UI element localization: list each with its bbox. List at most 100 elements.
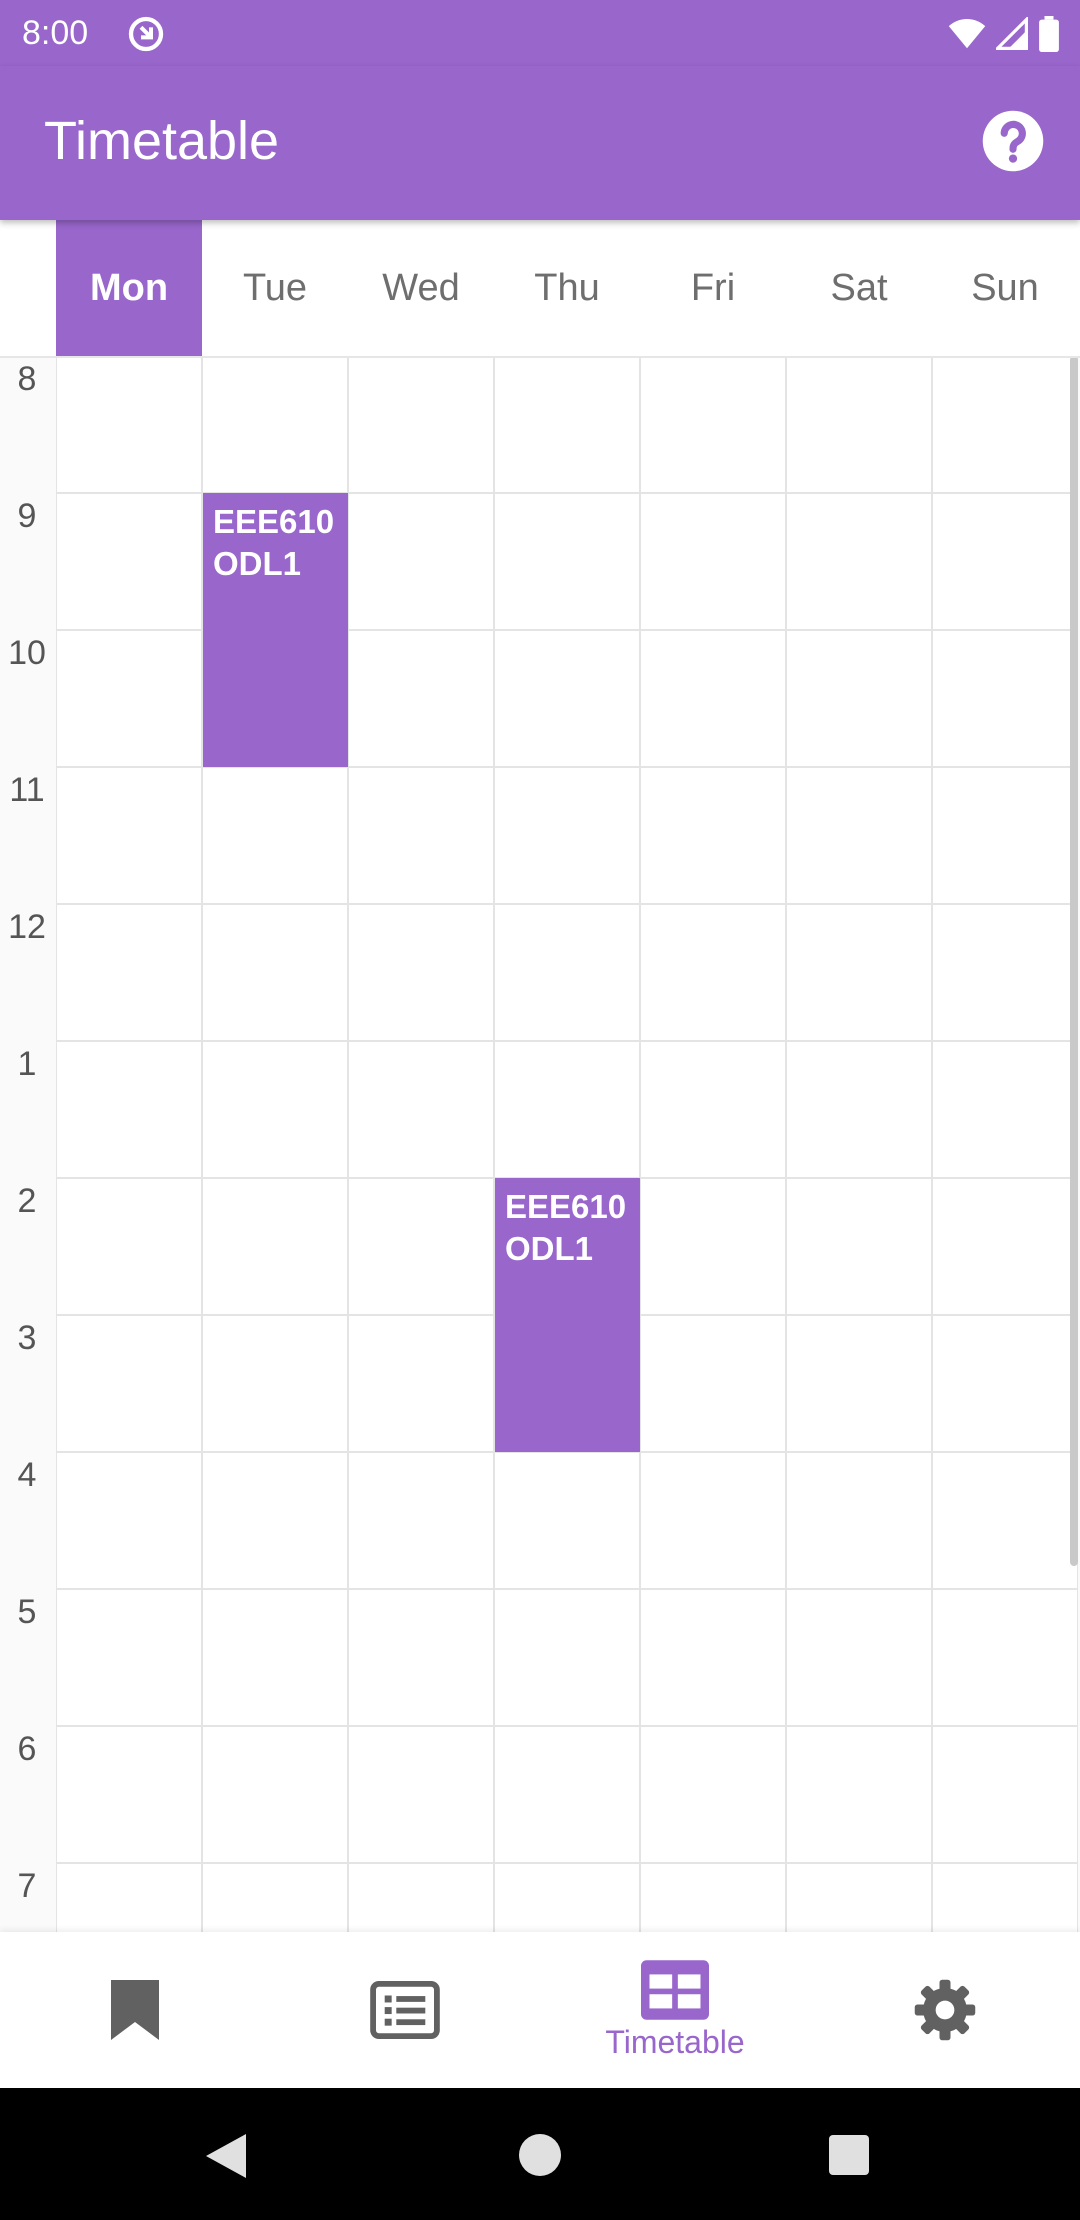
grid-cell[interactable] [202, 1315, 348, 1452]
grid-cell[interactable] [348, 356, 494, 493]
grid-cell[interactable] [640, 1041, 786, 1178]
grid-cell[interactable] [56, 1589, 202, 1726]
grid-cell[interactable] [202, 1589, 348, 1726]
nav-timetable[interactable]: Timetable [540, 1932, 810, 2088]
day-tab-fri[interactable]: Fri [640, 220, 786, 356]
grid-cell[interactable] [932, 493, 1078, 630]
grid-cell[interactable] [348, 1315, 494, 1452]
grid-cell[interactable] [56, 1315, 202, 1452]
grid-cell[interactable] [932, 1315, 1078, 1452]
grid-cell[interactable] [56, 904, 202, 1041]
day-tab-tue[interactable]: Tue [202, 220, 348, 356]
day-tab-sat[interactable]: Sat [786, 220, 932, 356]
grid-cell[interactable] [494, 1726, 640, 1863]
grid-cell[interactable] [348, 767, 494, 904]
grid-cell[interactable] [786, 1589, 932, 1726]
grid-cell[interactable] [494, 1452, 640, 1589]
grid-cell[interactable] [494, 904, 640, 1041]
event-block[interactable]: EEE610 ODL1 [203, 493, 348, 767]
grid-cell[interactable] [202, 767, 348, 904]
grid-cell[interactable] [56, 1178, 202, 1315]
grid-cell[interactable] [494, 493, 640, 630]
grid-cell[interactable] [56, 1452, 202, 1589]
grid-cell[interactable] [640, 356, 786, 493]
grid-cell[interactable] [640, 1315, 786, 1452]
grid-cell[interactable] [494, 356, 640, 493]
grid-cell[interactable] [640, 1863, 786, 1932]
grid-cell[interactable] [202, 1178, 348, 1315]
grid-cell[interactable] [348, 1041, 494, 1178]
grid-cell[interactable] [640, 493, 786, 630]
grid-cell[interactable] [786, 904, 932, 1041]
grid-cell[interactable] [640, 1726, 786, 1863]
grid-cell[interactable] [932, 1041, 1078, 1178]
grid-cell[interactable] [932, 1589, 1078, 1726]
nav-list[interactable] [270, 1932, 540, 2088]
nav-settings[interactable] [810, 1932, 1080, 2088]
grid-cell[interactable] [202, 1726, 348, 1863]
grid-cell[interactable] [348, 493, 494, 630]
grid-cell[interactable] [348, 904, 494, 1041]
grid-cell[interactable] [932, 1726, 1078, 1863]
day-tab-wed[interactable]: Wed [348, 220, 494, 356]
grid-cell[interactable] [786, 1726, 932, 1863]
grid-cell[interactable] [786, 1863, 932, 1932]
grid-cell[interactable] [348, 1452, 494, 1589]
grid-cell[interactable] [202, 1452, 348, 1589]
grid-scrollbar[interactable] [1070, 356, 1078, 1566]
day-tab-mon[interactable]: Mon [56, 220, 202, 356]
home-icon[interactable] [519, 2134, 561, 2176]
grid-cell[interactable] [494, 1863, 640, 1932]
day-tab-thu[interactable]: Thu [494, 220, 640, 356]
grid-cell[interactable] [494, 767, 640, 904]
grid-cell[interactable] [640, 904, 786, 1041]
grid-cell[interactable] [494, 1589, 640, 1726]
grid-cell[interactable] [494, 1041, 640, 1178]
grid-cell[interactable] [932, 630, 1078, 767]
grid-cell[interactable] [786, 356, 932, 493]
grid-cell[interactable] [56, 630, 202, 767]
grid-cell[interactable] [932, 1863, 1078, 1932]
help-icon[interactable] [980, 108, 1046, 174]
grid-cell[interactable] [640, 1178, 786, 1315]
grid-cell[interactable] [786, 1178, 932, 1315]
grid-cell[interactable] [56, 1863, 202, 1932]
grid-cell[interactable] [786, 630, 932, 767]
grid-cell[interactable] [494, 630, 640, 767]
grid-cell[interactable] [202, 904, 348, 1041]
grid-cell[interactable] [640, 630, 786, 767]
grid-cell[interactable] [640, 767, 786, 904]
grid-cell[interactable] [202, 1041, 348, 1178]
grid-cell[interactable] [932, 1452, 1078, 1589]
grid-cell[interactable] [932, 904, 1078, 1041]
grid-cell[interactable] [348, 1178, 494, 1315]
list-icon [370, 1981, 440, 2039]
grid-cell[interactable] [348, 1863, 494, 1932]
grid-cell[interactable] [56, 356, 202, 493]
grid-cell[interactable] [932, 1178, 1078, 1315]
grid-cell[interactable] [640, 1452, 786, 1589]
grid-cell[interactable] [56, 1726, 202, 1863]
nav-bookmarks[interactable] [0, 1932, 270, 2088]
grid-cell[interactable] [786, 1452, 932, 1589]
grid-cell[interactable] [640, 1589, 786, 1726]
grid-cell[interactable] [786, 1315, 932, 1452]
timetable-grid[interactable]: 8 9 10 11 12 1 2 3 4 5 6 7 EEE610 ODL1 EEE610 ODL1 [0, 356, 1080, 1932]
event-block[interactable]: EEE610 ODL1 [495, 1178, 640, 1452]
grid-cell[interactable] [932, 767, 1078, 904]
grid-cell[interactable] [202, 1863, 348, 1932]
grid-cell[interactable] [348, 630, 494, 767]
grid-cell[interactable] [56, 767, 202, 904]
grid-cell[interactable] [56, 493, 202, 630]
back-icon[interactable] [204, 2132, 248, 2180]
grid-cell[interactable] [786, 1041, 932, 1178]
recents-icon[interactable] [829, 2135, 869, 2175]
day-tab-sun[interactable]: Sun [932, 220, 1078, 356]
grid-cell[interactable] [348, 1726, 494, 1863]
grid-cell[interactable] [786, 767, 932, 904]
grid-cell[interactable] [56, 1041, 202, 1178]
grid-cell[interactable] [202, 356, 348, 493]
grid-cell[interactable] [348, 1589, 494, 1726]
grid-cell[interactable] [786, 493, 932, 630]
grid-cell[interactable] [932, 356, 1078, 493]
